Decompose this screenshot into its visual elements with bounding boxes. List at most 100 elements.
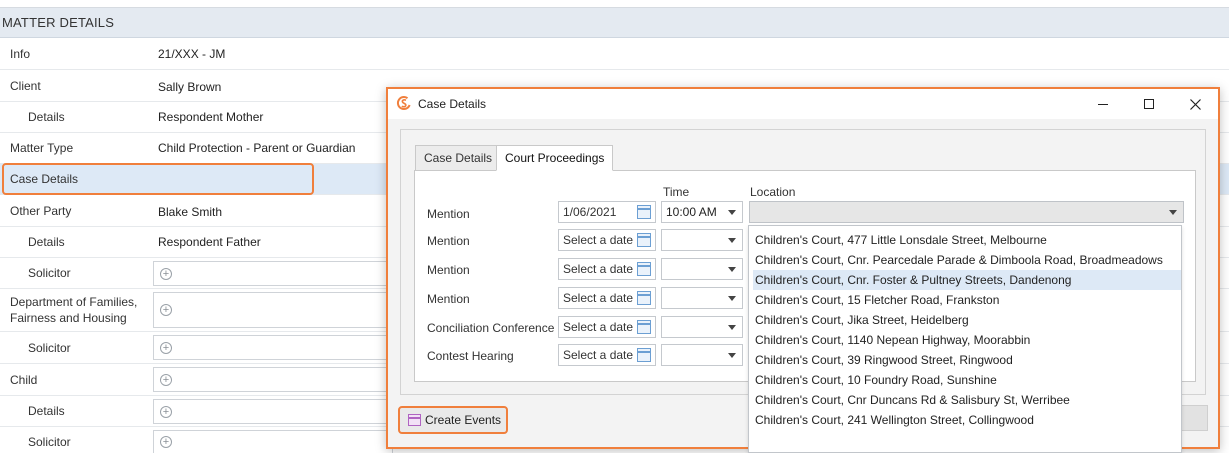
location-dropdown-list: Children's Court, 477 Little Lonsdale St… bbox=[748, 225, 1182, 453]
row-label: Client bbox=[10, 78, 41, 93]
matter-details-header: MATTER DETAILS bbox=[0, 8, 1229, 38]
row-value: Sally Brown bbox=[158, 79, 222, 94]
calendar-icon bbox=[408, 414, 421, 426]
time-select[interactable] bbox=[661, 258, 743, 280]
plus-circle-icon: + bbox=[160, 304, 172, 316]
row-label: Solicitor bbox=[28, 340, 71, 355]
case-details-highlight bbox=[2, 163, 314, 195]
close-button[interactable] bbox=[1172, 89, 1218, 119]
location-option[interactable]: Children's Court, 39 Ringwood Street, Ri… bbox=[753, 350, 1181, 370]
minimize-icon bbox=[1098, 103, 1108, 105]
plus-circle-icon: + bbox=[160, 436, 172, 448]
location-option[interactable]: Children's Court, Cnr. Pearcedale Parade… bbox=[753, 250, 1181, 270]
matter-row-info: Info 21/XXX - JM bbox=[0, 39, 1229, 70]
tab-court-proceedings[interactable]: Court Proceedings bbox=[496, 145, 614, 171]
plus-circle-icon: + bbox=[160, 405, 172, 418]
row-label: Child bbox=[10, 372, 38, 387]
location-option[interactable]: Children's Court, Jika Street, Heidelber… bbox=[753, 310, 1181, 330]
chevron-down-icon bbox=[728, 325, 736, 330]
calendar-icon[interactable] bbox=[637, 233, 651, 247]
row-label: Other Party bbox=[10, 203, 72, 218]
location-option[interactable]: Children's Court, 15 Fletcher Road, Fran… bbox=[753, 290, 1181, 310]
plus-circle-icon: + bbox=[160, 267, 172, 280]
date-picker[interactable]: 1/06/2021 bbox=[558, 201, 656, 223]
time-select[interactable] bbox=[661, 344, 743, 366]
proceeding-label: Conciliation Conference bbox=[427, 321, 555, 335]
location-select[interactable] bbox=[749, 201, 1184, 223]
date-value: Select a date bbox=[563, 262, 634, 276]
row-value: Blake Smith bbox=[158, 204, 223, 219]
location-option[interactable]: Children's Court, 477 Little Lonsdale St… bbox=[753, 230, 1181, 250]
calendar-icon[interactable] bbox=[637, 262, 651, 276]
location-option[interactable]: Children's Court, 1140 Nepean Highway, M… bbox=[753, 330, 1181, 350]
date-picker[interactable]: Select a date bbox=[558, 287, 656, 309]
row-label: Solicitor bbox=[28, 435, 71, 449]
time-select[interactable] bbox=[661, 316, 743, 338]
create-events-label: Create Events bbox=[425, 413, 502, 427]
close-icon bbox=[1189, 98, 1201, 110]
date-value: 1/06/2021 bbox=[563, 205, 617, 219]
time-select[interactable] bbox=[661, 287, 743, 309]
dialog-titlebar[interactable]: Case Details bbox=[388, 89, 1218, 119]
date-picker[interactable]: Select a date bbox=[558, 229, 656, 251]
time-value: 10:00 AM bbox=[666, 205, 717, 219]
location-option[interactable]: Children's Court, Cnr Duncans Rd & Salis… bbox=[753, 390, 1181, 410]
create-events-button[interactable]: Create Events bbox=[398, 406, 508, 434]
plus-circle-icon: + bbox=[160, 373, 172, 386]
date-value: Select a date bbox=[563, 348, 634, 362]
location-option[interactable]: Children's Court, 10 Foundry Road, Sunsh… bbox=[753, 370, 1181, 390]
calendar-icon[interactable] bbox=[637, 348, 651, 362]
proceeding-label: Contest Hearing bbox=[427, 349, 514, 363]
time-header: Time bbox=[663, 185, 690, 199]
chevron-down-icon bbox=[1169, 210, 1177, 215]
add-department-field[interactable]: + bbox=[153, 292, 393, 328]
location-option[interactable]: Children's Court, Cnr. Foster & Pultney … bbox=[753, 270, 1181, 290]
time-select[interactable] bbox=[661, 229, 743, 251]
add-solicitor-field[interactable]: + bbox=[153, 335, 393, 360]
top-strip bbox=[0, 0, 1229, 8]
add-solicitor-field[interactable]: + bbox=[153, 430, 393, 453]
time-select[interactable]: 10:00 AM bbox=[661, 201, 743, 223]
maximize-button[interactable] bbox=[1126, 89, 1172, 119]
row-value: Child Protection - Parent or Guardian bbox=[158, 141, 356, 155]
date-value: Select a date bbox=[563, 320, 634, 334]
row-label: Solicitor bbox=[28, 266, 71, 280]
add-child-field[interactable]: + bbox=[153, 367, 393, 392]
row-label: Details bbox=[28, 404, 65, 418]
row-label: Details bbox=[28, 235, 65, 249]
chevron-down-icon bbox=[728, 238, 736, 243]
location-header: Location bbox=[750, 185, 796, 199]
row-value: Respondent Mother bbox=[158, 110, 264, 124]
chevron-down-icon bbox=[728, 210, 736, 215]
proceeding-label: Mention bbox=[427, 263, 470, 277]
add-solicitor-field[interactable]: + bbox=[153, 261, 393, 286]
calendar-icon[interactable] bbox=[637, 291, 651, 305]
calendar-icon[interactable] bbox=[637, 320, 651, 334]
row-label: Details bbox=[28, 110, 65, 124]
date-picker[interactable]: Select a date bbox=[558, 316, 656, 338]
minimize-button[interactable] bbox=[1080, 89, 1126, 119]
row-label: Department of Families, Fairness and Hou… bbox=[10, 295, 138, 325]
proceeding-label: Mention bbox=[427, 234, 470, 248]
chevron-down-icon bbox=[728, 267, 736, 272]
row-label: Matter Type bbox=[10, 141, 74, 155]
tab-case-details[interactable]: Case Details bbox=[415, 145, 502, 171]
maximize-icon bbox=[1144, 99, 1154, 109]
add-child-details-field[interactable]: + bbox=[153, 399, 393, 424]
location-option[interactable]: Children's Court, 241 Wellington Street,… bbox=[753, 410, 1181, 430]
app-logo-icon bbox=[396, 96, 411, 110]
date-picker[interactable]: Select a date bbox=[558, 344, 656, 366]
row-value: Respondent Father bbox=[158, 235, 261, 249]
calendar-icon[interactable] bbox=[637, 205, 651, 219]
row-label: Info bbox=[10, 47, 31, 61]
chevron-down-icon bbox=[728, 353, 736, 358]
chevron-down-icon bbox=[728, 296, 736, 301]
dialog-title: Case Details bbox=[418, 97, 487, 111]
date-value: Select a date bbox=[563, 233, 634, 247]
proceeding-label: Mention bbox=[427, 207, 470, 221]
dialog-action-button[interactable] bbox=[1180, 405, 1208, 431]
plus-circle-icon: + bbox=[160, 341, 172, 354]
date-picker[interactable]: Select a date bbox=[558, 258, 656, 280]
row-value: 21/XXX - JM bbox=[158, 47, 226, 61]
date-value: Select a date bbox=[563, 291, 634, 305]
